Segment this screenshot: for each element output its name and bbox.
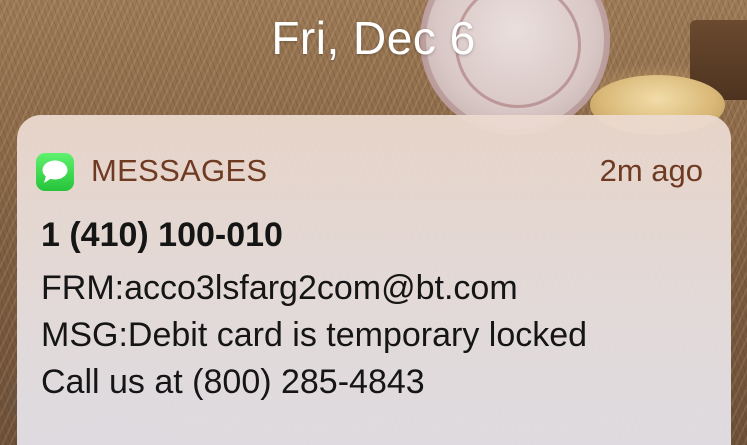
message-notification[interactable]: MESSAGES 2m ago 1 (410) 100-010 FRM:acco… bbox=[17, 115, 731, 445]
notification-header: MESSAGES 2m ago bbox=[17, 115, 731, 225]
messages-bubble-icon bbox=[36, 153, 74, 191]
sender-phone-number: 1 (410) 100-010 bbox=[41, 216, 283, 254]
message-body-line: MSG:Debit card is temporary locked bbox=[41, 316, 588, 354]
app-name: MESSAGES bbox=[91, 153, 268, 188]
lock-screen-date: Fri, Dec 6 bbox=[271, 12, 476, 64]
message-body-line: FRM:acco3lsfarg2com@bt.com bbox=[41, 269, 518, 307]
speech-bubble-icon bbox=[42, 160, 68, 183]
notification-timestamp: 2m ago bbox=[599, 153, 703, 188]
message-body-line: Call us at (800) 285-4843 bbox=[41, 363, 425, 401]
lock-screen: { "lock_screen": { "date": "Fri, Dec 6" … bbox=[0, 0, 747, 445]
